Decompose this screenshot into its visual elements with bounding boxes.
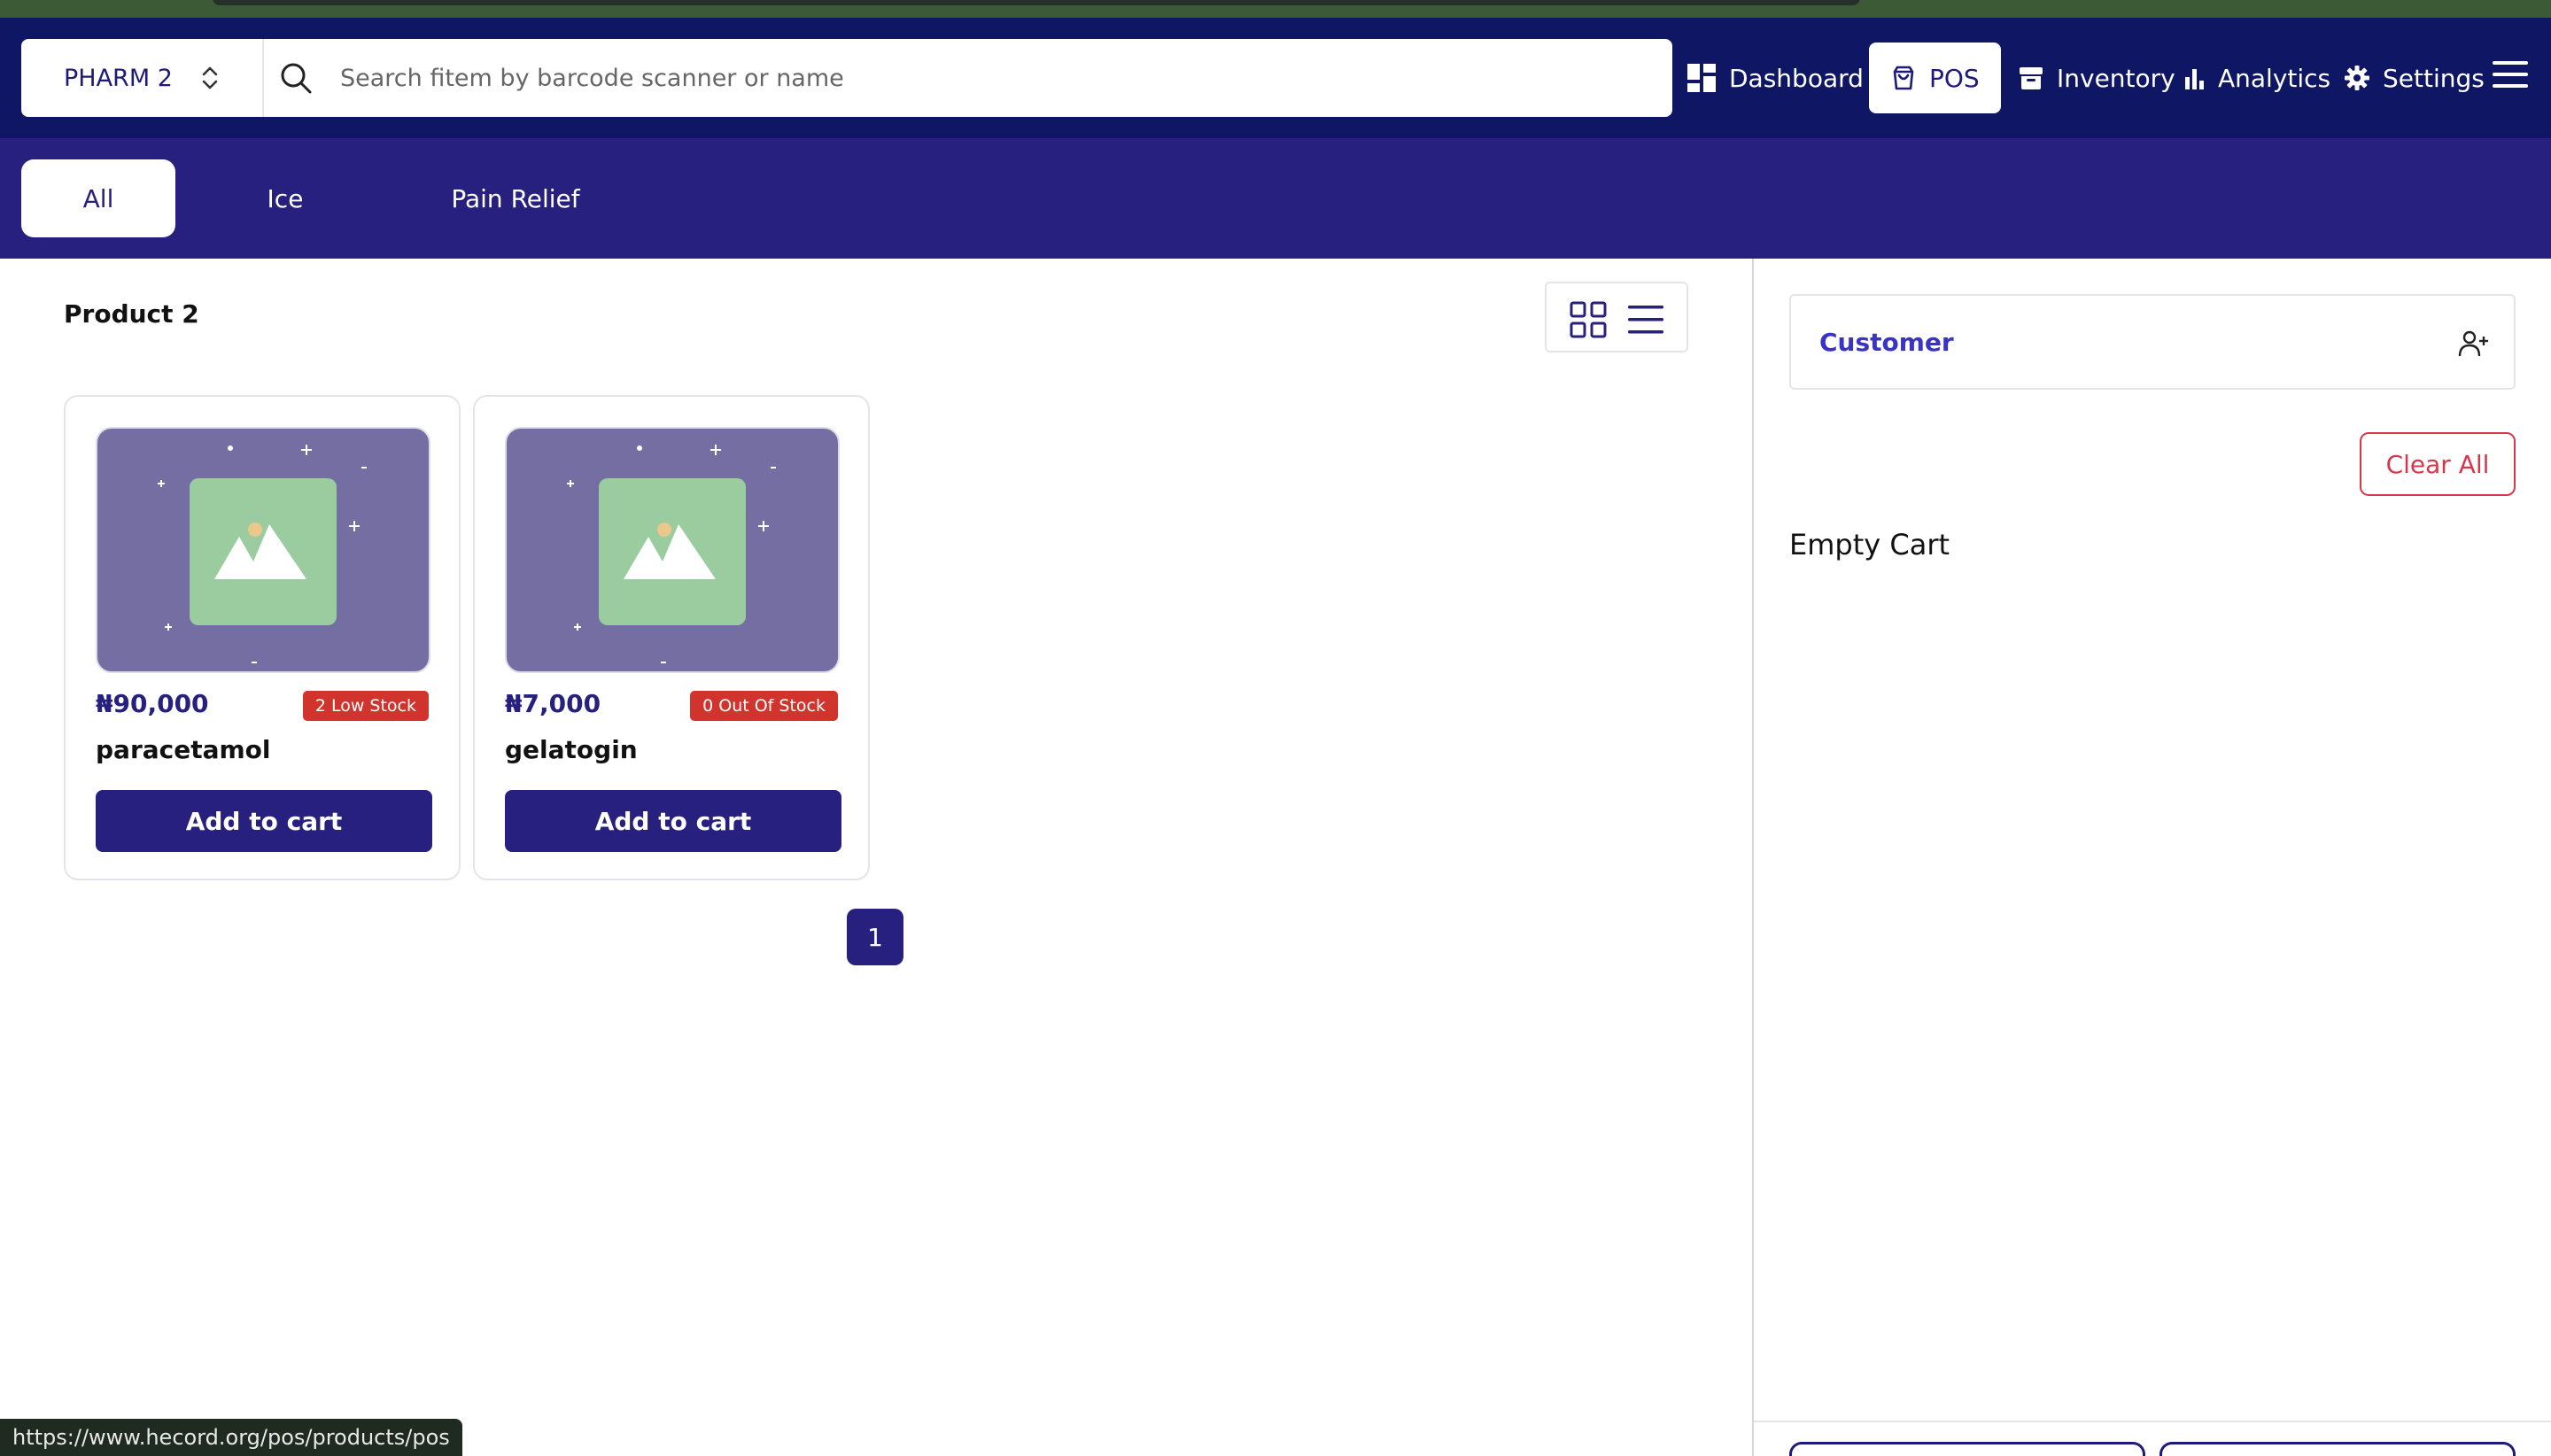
product-price: ₦7,000 [505, 689, 601, 718]
product-image-placeholder [96, 427, 430, 673]
cart-panel: Customer Clear All Empty Cart [1754, 259, 2551, 1456]
customer-selector[interactable]: Customer [1789, 294, 2516, 390]
category-tab-ice[interactable]: Ice [232, 159, 338, 237]
nav-settings-label: Settings [2383, 63, 2485, 93]
chevron-up-down-icon [202, 66, 218, 89]
cart-footer-button-left[interactable] [1789, 1442, 2145, 1456]
top-navbar: PHARM 2 Dashboard [0, 18, 2551, 138]
view-toggle [1545, 282, 1688, 352]
image-placeholder-icon [158, 445, 367, 663]
image-placeholder-icon [567, 445, 776, 663]
product-card[interactable]: ₦90,000 2 Low Stock paracetamol Add to c… [64, 395, 461, 880]
cart-footer-divider [1754, 1421, 2551, 1422]
product-name: gelatogin [505, 735, 638, 764]
stock-badge: 0 Out Of Stock [690, 691, 838, 721]
list-view-icon[interactable] [1626, 303, 1665, 337]
gear-icon [2345, 66, 2369, 90]
dashboard-icon [1687, 64, 1716, 92]
nav-analytics-label: Analytics [2218, 63, 2331, 93]
status-bar-url: https://www.hecord.org/pos/products/pos [0, 1419, 462, 1456]
product-name: paracetamol [96, 735, 271, 764]
bar-chart-icon [2185, 69, 2204, 89]
section-title: Product 2 [64, 299, 199, 329]
nav-dashboard[interactable]: Dashboard [1686, 39, 1864, 117]
search-input[interactable] [340, 51, 1651, 105]
category-bar: All Ice Pain Relief [0, 138, 2551, 259]
store-name: PHARM 2 [64, 64, 173, 92]
add-to-cart-button[interactable]: Add to cart [505, 790, 841, 852]
nav-inventory-label: Inventory [2057, 63, 2175, 93]
clear-all-button[interactable]: Clear All [2360, 432, 2516, 496]
product-panel: Product 2 ₦90,000 2 Low Stock paracetamo… [0, 259, 1752, 1456]
category-tab-all[interactable]: All [21, 159, 175, 237]
empty-cart-text: Empty Cart [1789, 528, 1950, 561]
customer-label: Customer [1819, 328, 1954, 357]
pagination-page-button[interactable]: 1 [847, 909, 903, 965]
product-price: ₦90,000 [96, 689, 209, 718]
add-user-icon[interactable] [2457, 328, 2489, 360]
nav-analytics[interactable]: Analytics [2184, 39, 2330, 117]
cart-footer-button-right[interactable] [2159, 1442, 2516, 1456]
menu-icon[interactable] [2491, 58, 2530, 90]
shopping-bag-icon [1893, 66, 1914, 90]
nav-pos[interactable]: POS [1869, 43, 2001, 113]
grid-view-icon[interactable] [1570, 301, 1607, 338]
product-card[interactable]: ₦7,000 0 Out Of Stock gelatogin Add to c… [473, 395, 870, 880]
search-bar: PHARM 2 [21, 39, 1672, 117]
browser-top-strip [0, 0, 2551, 18]
add-to-cart-button[interactable]: Add to cart [96, 790, 432, 852]
product-image-placeholder [505, 427, 840, 673]
nav-dashboard-label: Dashboard [1729, 63, 1864, 93]
archive-icon [2020, 67, 2043, 89]
stock-badge: 2 Low Stock [302, 691, 429, 721]
category-tab-pain-relief[interactable]: Pain Relief [438, 159, 593, 237]
nav-inventory[interactable]: Inventory [2018, 39, 2175, 117]
store-selector[interactable]: PHARM 2 [21, 39, 264, 117]
nav-pos-label: POS [1929, 63, 1980, 93]
search-icon [281, 63, 312, 94]
nav-settings[interactable]: Settings [2344, 39, 2485, 117]
